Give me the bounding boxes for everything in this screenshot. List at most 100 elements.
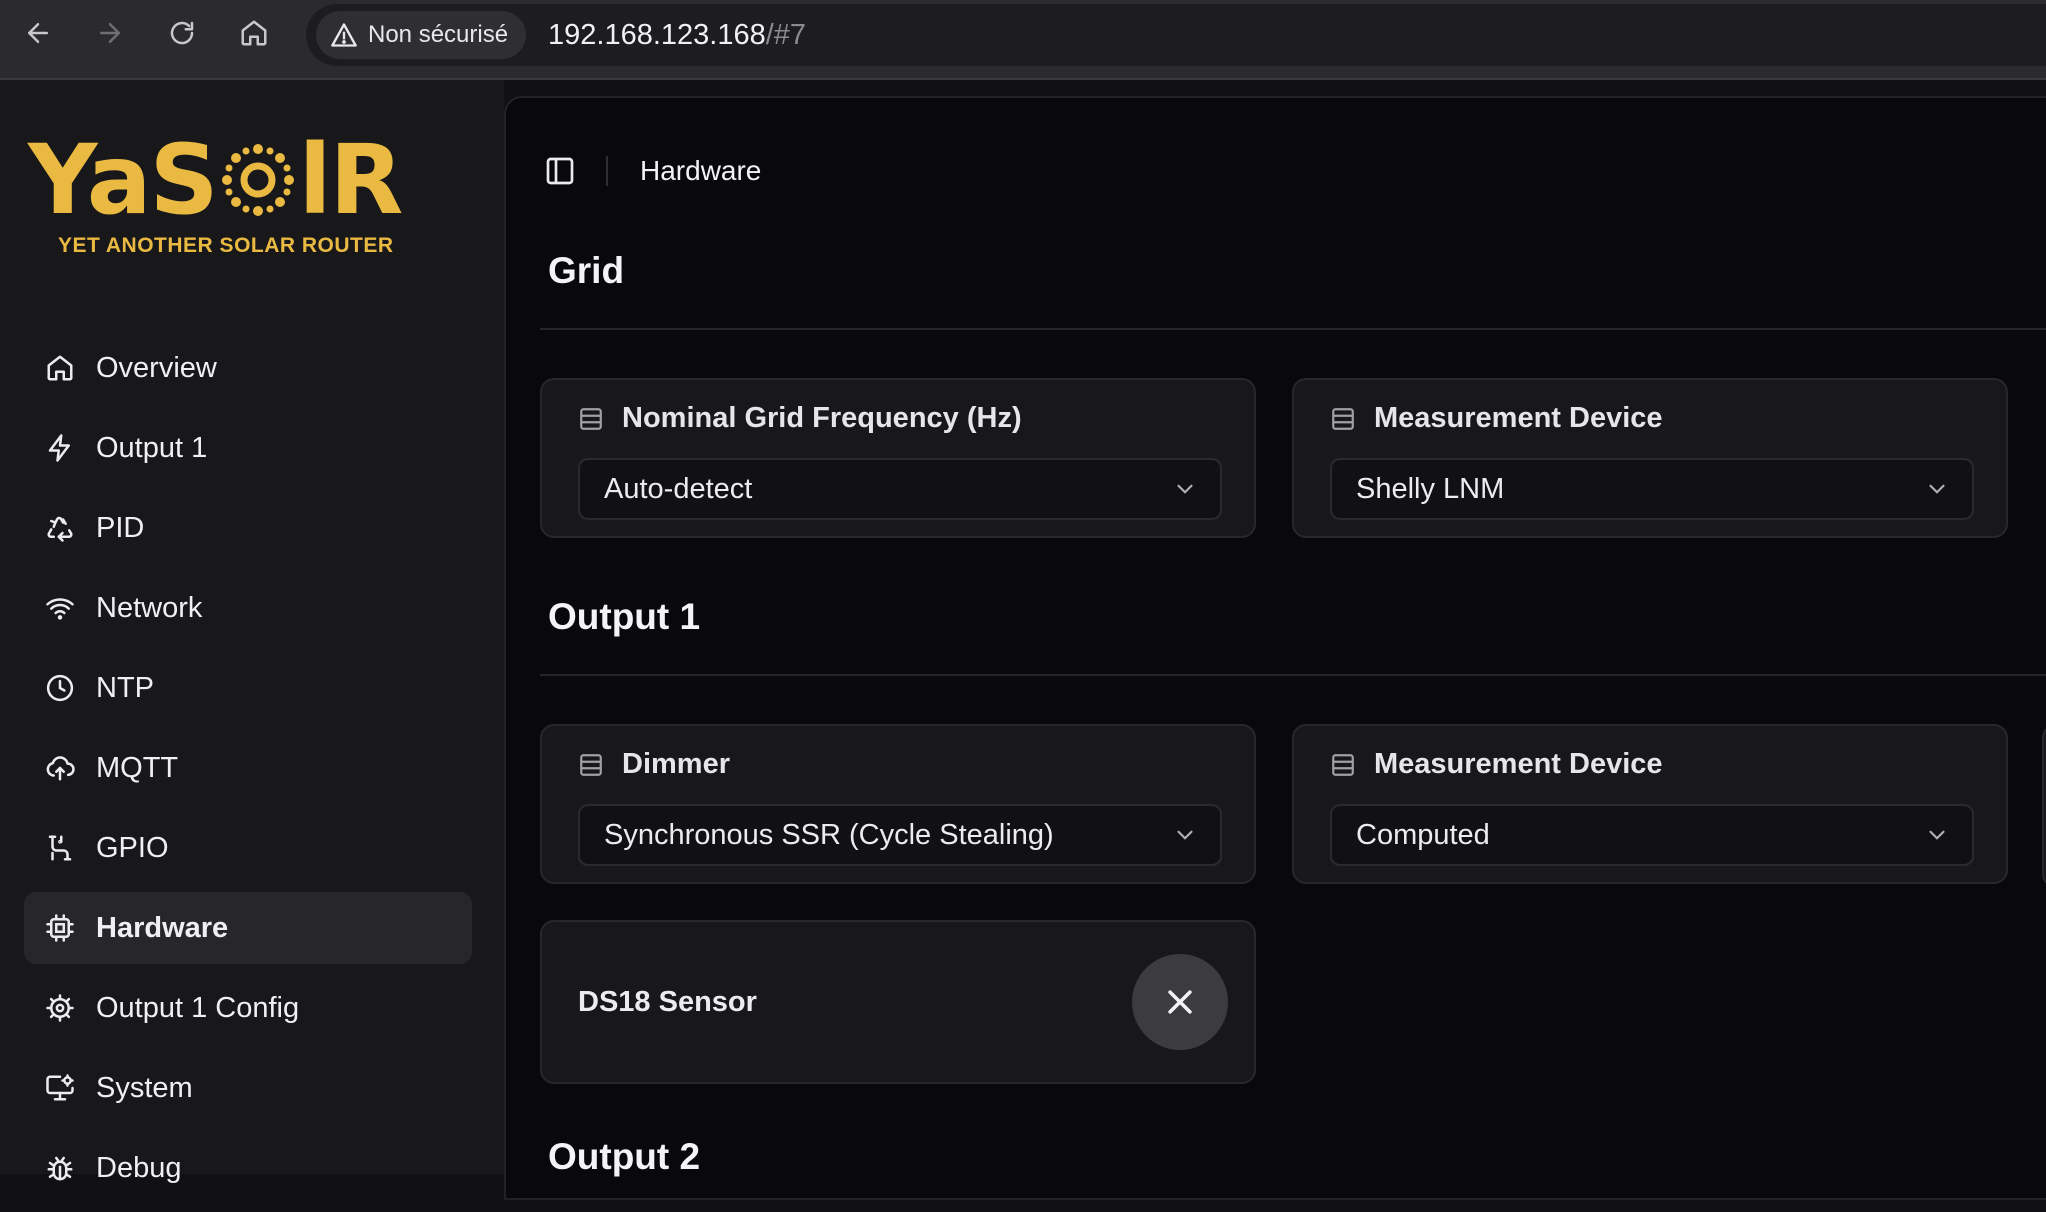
clipped-card	[2042, 724, 2046, 888]
chevron-down-icon	[1177, 484, 1193, 494]
breadcrumb: Hardware	[640, 155, 762, 186]
sidebar-item-output-1[interactable]: Output 1	[24, 412, 472, 484]
home-icon	[241, 20, 267, 46]
dimmer-card: Dimmer Synchronous SSR (Cycle Stealing)	[540, 724, 1256, 884]
sidebar-item-label: MQTT	[96, 751, 179, 784]
cpu-icon	[44, 912, 76, 944]
sidebar-item-debug[interactable]: Debug	[24, 1132, 472, 1204]
wifi-icon	[44, 592, 76, 624]
sidebar-item-gpio[interactable]: GPIO	[24, 812, 472, 884]
chevron-down-icon	[1929, 484, 1945, 494]
sidebar-item-pid[interactable]: PID	[24, 492, 472, 564]
list-icon	[1332, 753, 1354, 776]
frequency-card: Nominal Grid Frequency (Hz) Auto-detect	[540, 378, 1256, 538]
logo-tagline: YET ANOTHER SOLAR ROUTER	[58, 234, 394, 257]
main-content: Hardware Grid Nominal Grid Frequency (Hz…	[504, 96, 2046, 1200]
sidebar-item-ntp[interactable]: NTP	[24, 652, 472, 724]
sidebar-item-label: NTP	[96, 671, 154, 704]
back-button[interactable]	[16, 11, 60, 55]
sidebar-item-system[interactable]: System	[24, 1052, 472, 1124]
sidebar-item-overview[interactable]: Overview	[24, 332, 472, 404]
url-fragment: /#7	[765, 19, 807, 51]
sidebar-item-output-1-config[interactable]: Output 1 Config	[24, 972, 472, 1044]
reload-icon	[170, 21, 194, 45]
list-icon	[1332, 407, 1354, 430]
route-icon	[44, 832, 76, 864]
grid-measurement-label-row: Measurement Device	[1330, 402, 1663, 435]
section-title-grid: Grid	[548, 250, 625, 291]
list-icon	[580, 407, 602, 430]
section-divider	[540, 328, 2046, 330]
grid-measurement-label: Measurement Device	[1374, 402, 1663, 434]
monitor-cog-icon	[44, 1072, 76, 1104]
zap-icon	[44, 432, 76, 464]
address-bar[interactable]: Non sécurisé 192.168.123.168/#7	[306, 4, 2046, 66]
panel-left-icon	[546, 157, 574, 185]
grid-measurement-card: Measurement Device Shelly LNM	[1292, 378, 2008, 538]
grid-measurement-value: Shelly LNM	[1356, 472, 1505, 505]
sun-icon	[221, 144, 294, 216]
sidebar-nav: Overview Output 1 PID Network NTP MQTT G…	[24, 332, 472, 1212]
chevron-down-icon	[1929, 830, 1945, 840]
frequency-label: Nominal Grid Frequency (Hz)	[622, 402, 1022, 434]
chevron-down-icon	[1177, 830, 1193, 840]
sidebar-item-label: Output 1	[96, 431, 208, 464]
section-divider	[540, 674, 2046, 676]
dimmer-value: Synchronous SSR (Cycle Stealing)	[604, 818, 1054, 851]
dimmer-label: Dimmer	[622, 748, 730, 780]
recycle-icon	[44, 512, 76, 544]
cloud-upload-icon	[44, 752, 76, 784]
home-button[interactable]	[232, 11, 276, 55]
url-host: 192.168.123.168	[548, 19, 766, 51]
clock-icon	[44, 672, 76, 704]
sidebar-item-hardware[interactable]: Hardware	[24, 892, 472, 964]
output-measurement-card: Measurement Device Computed	[1292, 724, 2008, 884]
sidebar-toggle-button[interactable]	[544, 155, 576, 187]
grid-measurement-select[interactable]: Shelly LNM	[1330, 458, 1974, 520]
logo-wordmark: YaS lR	[28, 124, 404, 236]
sidebar-item-label: GPIO	[96, 831, 169, 864]
forward-button[interactable]	[88, 11, 132, 55]
browser-toolbar: Non sécurisé 192.168.123.168/#7	[0, 0, 2046, 80]
reload-button[interactable]	[160, 11, 204, 55]
sidebar-item-label: Overview	[96, 351, 217, 384]
output-measurement-label-row: Measurement Device	[1330, 748, 1663, 781]
frequency-label-row: Nominal Grid Frequency (Hz)	[578, 402, 1022, 435]
url-text: 192.168.123.168/#7	[548, 19, 806, 52]
arrow-right-icon	[100, 23, 120, 43]
dimmer-label-row: Dimmer	[578, 748, 730, 781]
logo-text-a: YaS	[28, 124, 219, 236]
sidebar-item-label: Network	[96, 591, 203, 624]
ds18-sensor-card: DS18 Sensor	[540, 920, 1256, 1084]
sidebar-item-label: System	[96, 1071, 193, 1104]
close-icon	[1168, 990, 1192, 1014]
cog-icon	[44, 992, 76, 1024]
dimmer-select[interactable]: Synchronous SSR (Cycle Stealing)	[578, 804, 1222, 866]
bug-icon	[44, 1152, 76, 1184]
sidebar-item-mqtt[interactable]: MQTT	[24, 732, 472, 804]
section-title-output-1: Output 1	[548, 596, 701, 637]
sidebar: YaS lR YET ANOTHER SOLAR ROUTER Overview…	[0, 80, 504, 1184]
frequency-select[interactable]: Auto-detect	[578, 458, 1222, 520]
yasolr-logo[interactable]: YaS lR YET ANOTHER SOLAR ROUTER	[28, 130, 408, 270]
arrow-left-icon	[28, 23, 48, 43]
section-title-output-2: Output 2	[548, 1136, 701, 1177]
list-icon	[580, 753, 602, 776]
home-icon	[44, 352, 76, 384]
frequency-value: Auto-detect	[604, 472, 753, 505]
header-divider	[606, 156, 608, 186]
sidebar-item-label: PID	[96, 511, 145, 544]
sidebar-item-label: Output 1 Config	[96, 991, 300, 1024]
warning-icon	[331, 23, 357, 47]
page-header: Hardware	[544, 148, 761, 194]
logo-text-b: lR	[298, 124, 404, 236]
ds18-sensor-label: DS18 Sensor	[578, 986, 757, 1018]
sidebar-item-label: Debug	[96, 1151, 182, 1184]
output-measurement-label: Measurement Device	[1374, 748, 1663, 780]
sidebar-item-label: Hardware	[96, 911, 229, 944]
security-indicator[interactable]: Non sécurisé	[316, 11, 527, 59]
output-measurement-select[interactable]: Computed	[1330, 804, 1974, 866]
ds18-sensor-toggle-button[interactable]	[1132, 954, 1228, 1050]
output-measurement-value: Computed	[1356, 818, 1490, 851]
sidebar-item-network[interactable]: Network	[24, 572, 472, 644]
